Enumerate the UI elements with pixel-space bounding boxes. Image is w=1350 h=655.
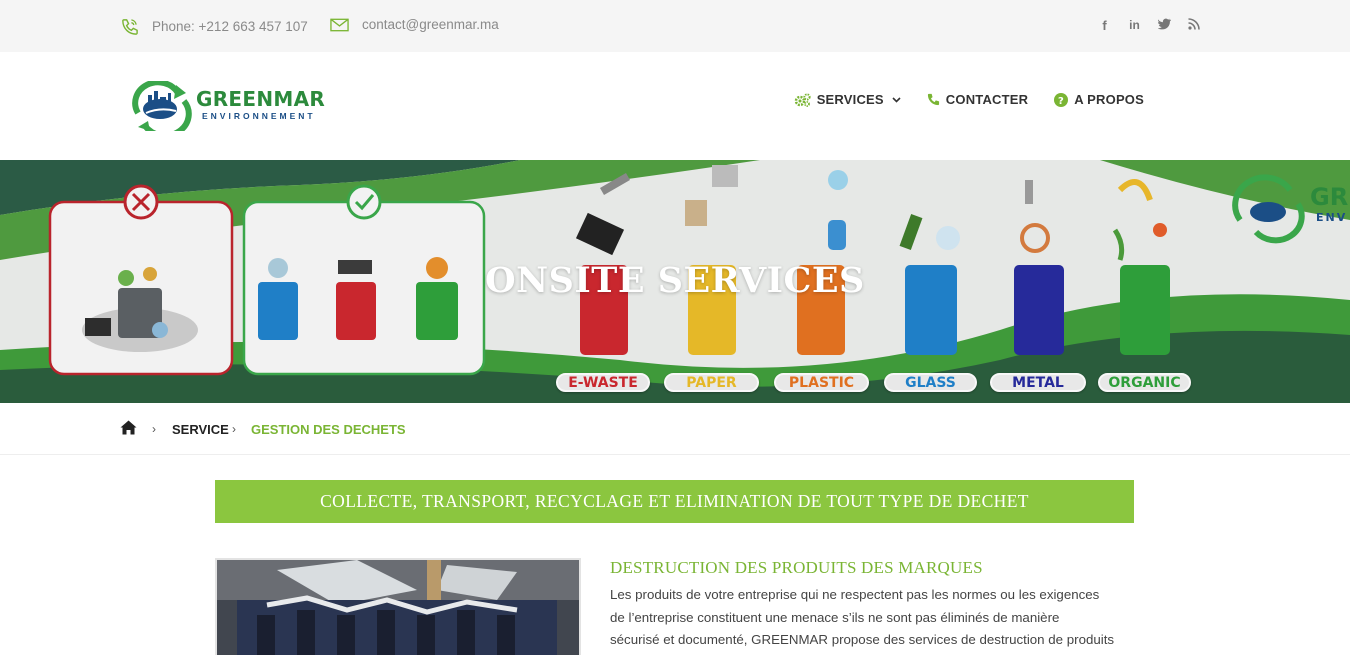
article-line: de l’entreprise constituent une menace s… <box>610 609 1060 625</box>
article-body: Les produits de votre entreprise qui ne … <box>610 584 1140 652</box>
phone-icon <box>122 19 138 35</box>
nav-services[interactable]: SERVICES <box>794 92 901 107</box>
article-title: DESTRUCTION DES PRODUITS DES MARQUES <box>610 558 983 577</box>
phone-icon <box>927 93 939 106</box>
rss-icon[interactable] <box>1188 18 1200 30</box>
svg-text:?: ? <box>1058 96 1064 107</box>
email-contact[interactable]: contact@greenmar.ma <box>330 17 499 32</box>
facebook-icon[interactable]: f <box>1098 18 1111 33</box>
phone-text: Phone: +212 663 457 107 <box>152 19 308 34</box>
bin-label-plastic: PLASTIC <box>774 373 869 392</box>
email-text: contact@greenmar.ma <box>362 17 499 32</box>
breadcrumb-separator-icon: › <box>232 422 236 436</box>
logo-sub-text: ENVIRONNEMENT <box>202 111 316 121</box>
breadcrumb-separator-icon: › <box>152 422 156 436</box>
top-bar: Phone: +212 663 457 107 contact@greenmar… <box>0 0 1350 52</box>
banner-logo-fragment-sub: ENV <box>1316 211 1347 224</box>
bin-label-glass: GLASS <box>884 373 977 392</box>
nav-about-label: A PROPOS <box>1074 92 1144 107</box>
home-icon[interactable] <box>120 420 137 435</box>
breadcrumb-current: GESTION DES DECHETS <box>251 422 406 437</box>
phone-contact[interactable]: Phone: +212 663 457 107 <box>120 17 308 36</box>
banner-title: ONSITE SERVICES <box>485 260 865 301</box>
logo-brand-text: GREENMAR <box>196 87 326 111</box>
question-circle-icon: ? <box>1054 92 1069 107</box>
gears-icon <box>794 92 811 107</box>
bin-label-paper: PAPER <box>664 373 759 392</box>
section-title-bar: COLLECTE, TRANSPORT, RECYCLAGE ET ELIMIN… <box>215 480 1134 523</box>
linkedin-icon[interactable]: in <box>1128 18 1141 33</box>
nav-about[interactable]: ? A PROPOS <box>1054 92 1144 107</box>
recycle-globe-logo-icon <box>132 81 192 131</box>
article-line: Les produits de votre entreprise qui ne … <box>610 587 1100 602</box>
site-header: GREENMAR ENVIRONNEMENT SERVICES CONTACTE… <box>0 52 1350 160</box>
shredder-image <box>217 560 579 655</box>
bin-label-ewaste: E-WASTE <box>556 373 650 392</box>
site-logo[interactable]: GREENMAR ENVIRONNEMENT <box>128 81 338 131</box>
bin-label-organic: ORGANIC <box>1098 373 1191 392</box>
main-nav: SERVICES CONTACTER ? A PROPOS <box>794 92 1144 107</box>
hero-banner: GR ENV ONSITE SERVICES E-WASTE PAPER PLA… <box>0 160 1350 403</box>
breadcrumb-service[interactable]: SERVICE <box>172 422 229 437</box>
breadcrumb: › SERVICE › GESTION DES DECHETS <box>0 403 1350 455</box>
banner-logo-fragment: GR <box>1310 183 1348 211</box>
nav-contact-label: CONTACTER <box>945 92 1029 107</box>
envelope-icon <box>330 18 349 31</box>
bin-label-metal: METAL <box>990 373 1086 392</box>
social-links: f in <box>1098 18 1200 33</box>
article-line: sécurisé et documenté, GREENMAR propose … <box>610 632 1115 647</box>
nav-contact[interactable]: CONTACTER <box>927 92 1028 107</box>
nav-services-label: SERVICES <box>816 92 884 107</box>
shredder-photo <box>215 558 581 655</box>
twitter-icon[interactable] <box>1158 18 1171 30</box>
chevron-down-icon <box>892 96 901 103</box>
